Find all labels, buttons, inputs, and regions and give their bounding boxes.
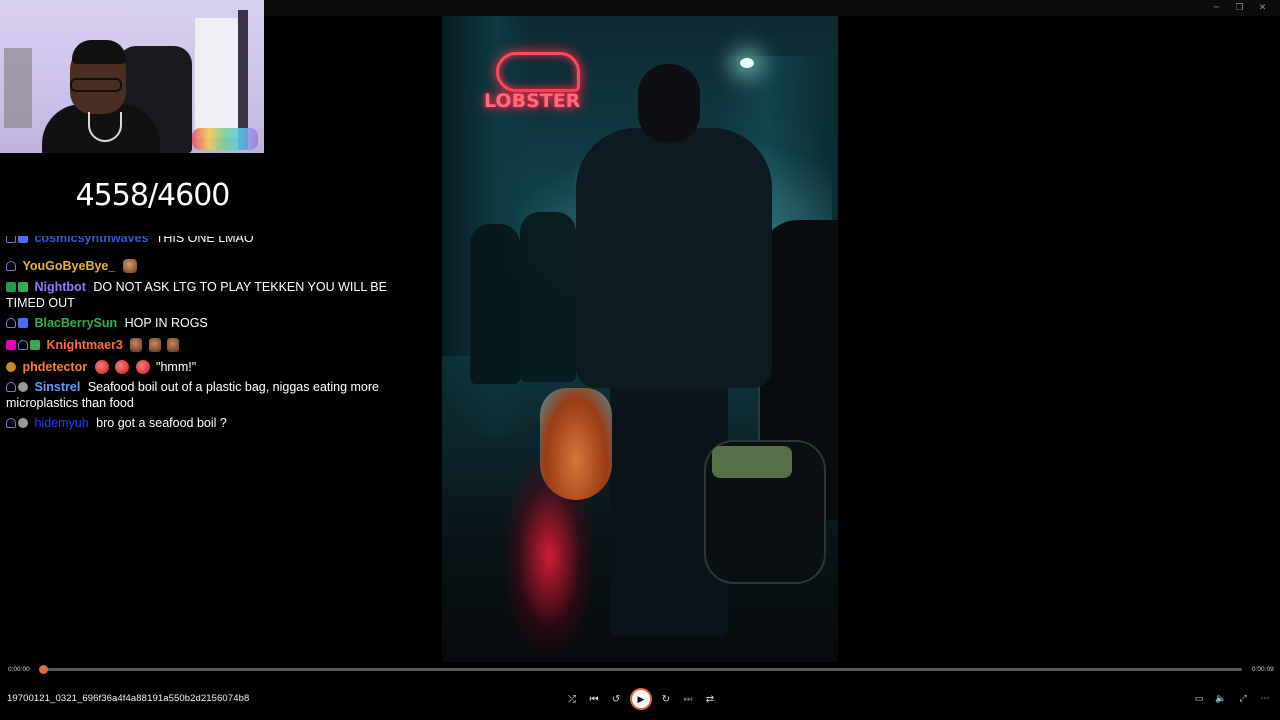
chat-username[interactable]: Nightbot xyxy=(34,280,85,294)
chat-text: HOP IN ROGS xyxy=(124,316,208,330)
miniplayer-button[interactable]: ▭ xyxy=(1188,688,1210,710)
vip-badge-icon xyxy=(6,340,16,350)
more-icon: ⋯ xyxy=(1260,694,1270,704)
close-icon: ✕ xyxy=(1258,3,1267,13)
emote-icon xyxy=(115,360,130,374)
subscriber-badge-icon xyxy=(6,362,16,372)
view-controls: ▭ 🔈 ⤢ ⋯ xyxy=(1188,688,1276,710)
chat-username[interactable]: cosmicsynthwaves xyxy=(34,236,148,245)
volume-icon: 🔈 xyxy=(1215,694,1227,704)
repeat-button[interactable]: ⇄ xyxy=(699,688,721,710)
chat-panel: cosmicsynthwaves THIS ONE LMAO YouGoByeB… xyxy=(6,236,396,436)
next-icon: ⏭ xyxy=(683,693,693,705)
fullscreen-button[interactable]: ⤢ xyxy=(1232,688,1254,710)
street-lamp xyxy=(740,58,754,68)
emote-icon xyxy=(135,360,150,374)
streamer-glasses xyxy=(70,78,122,92)
video-frame[interactable]: LOBSTER xyxy=(442,16,838,662)
progress-counter: 4558/4600 xyxy=(75,178,231,213)
streamer-hair xyxy=(72,40,126,64)
prime-badge-icon xyxy=(18,340,28,350)
emote-icon xyxy=(167,338,180,352)
webcam-overlay xyxy=(0,0,264,153)
fullscreen-icon: ⤢ xyxy=(1239,694,1247,704)
neon-sign-text: LOBSTER xyxy=(484,90,581,112)
prime-badge-icon xyxy=(6,261,16,271)
chat-message: YouGoByeBye_ xyxy=(6,258,391,274)
close-button[interactable]: ✕ xyxy=(1251,0,1274,16)
prime-badge-icon xyxy=(6,382,16,392)
chat-text: THIS ONE LMAO xyxy=(155,236,254,245)
subscriber-badge-icon xyxy=(18,318,28,328)
chat-message: hidemyuh bro got a seafood boil ? xyxy=(6,415,391,431)
previous-button[interactable]: ⏮ xyxy=(583,688,605,710)
webcam-toys xyxy=(192,128,258,150)
prime-badge-icon xyxy=(6,418,16,428)
emote-icon xyxy=(94,360,109,374)
chat-message: BlacBerrySun HOP IN ROGS xyxy=(6,315,391,331)
chat-message: Nightbot DO NOT ASK LTG TO PLAY TEKKEN Y… xyxy=(6,279,391,311)
chat-username[interactable]: hidemyuh xyxy=(34,416,88,430)
restore-icon: ❐ xyxy=(1235,3,1244,13)
chat-username[interactable]: Sinstrel xyxy=(34,380,80,394)
gift-badge-icon xyxy=(30,340,40,350)
chat-text: bro got a seafood boil ? xyxy=(96,416,227,430)
forward-icon: ↻ xyxy=(661,693,671,705)
play-button[interactable]: ▶ xyxy=(630,688,652,710)
webcam-door xyxy=(193,18,239,138)
chat-text: "hmm!" xyxy=(156,360,197,374)
current-time: 0:00:00 xyxy=(8,666,30,673)
volume-button[interactable]: 🔈 xyxy=(1210,688,1232,710)
chat-message: Sinstrel Seafood boil out of a plastic b… xyxy=(6,379,391,411)
chat-message: cosmicsynthwaves THIS ONE LMAO xyxy=(6,236,391,246)
playback-controls: ⤮ ⏮ ↺ ▶ ↻ ⏭ ⇄ xyxy=(561,688,721,710)
webcam-shelf xyxy=(4,48,32,128)
restore-button[interactable]: ❐ xyxy=(1228,0,1251,16)
subscriber-badge-icon xyxy=(18,418,28,428)
previous-icon: ⏮ xyxy=(589,693,599,705)
seek-handle[interactable] xyxy=(39,665,48,674)
play-icon: ▶ xyxy=(637,693,645,704)
subscriber-badge-icon xyxy=(18,382,28,392)
chat-username[interactable]: Knightmaer3 xyxy=(46,338,122,352)
total-time: 0:00:09 xyxy=(1252,666,1274,673)
subscriber-badge-icon xyxy=(18,236,28,243)
chat-username[interactable]: phdetector xyxy=(22,360,87,374)
chat-message: phdetector "hmm!" xyxy=(6,359,391,375)
chat-username[interactable]: BlacBerrySun xyxy=(34,316,117,330)
background-figure xyxy=(520,212,576,382)
minimize-icon: ─ xyxy=(1213,3,1220,13)
window-controls: ─ ❐ ✕ xyxy=(1205,0,1274,16)
prime-badge-icon xyxy=(6,318,16,328)
neon-lobster-icon xyxy=(496,52,580,92)
seek-bar[interactable] xyxy=(39,665,1242,674)
rewind-icon: ↺ xyxy=(611,693,621,705)
emote-icon xyxy=(148,338,161,352)
forward-button[interactable]: ↻ xyxy=(655,688,677,710)
media-filename: 19700121_0321_696f36a4f4a88191a550b2d215… xyxy=(7,693,250,704)
shuffle-button[interactable]: ⤮ xyxy=(561,688,583,710)
seafood-bag xyxy=(540,388,612,500)
prime-badge-icon xyxy=(6,236,16,243)
man-head xyxy=(638,64,700,142)
next-button[interactable]: ⏭ xyxy=(677,688,699,710)
rewind-button[interactable]: ↺ xyxy=(605,688,627,710)
chat-username[interactable]: YouGoByeBye_ xyxy=(22,259,115,273)
money-stack xyxy=(712,446,792,478)
emote-icon xyxy=(130,338,143,352)
more-options-button[interactable]: ⋯ xyxy=(1254,688,1276,710)
shuffle-icon: ⤮ xyxy=(568,693,576,705)
miniplayer-icon: ▭ xyxy=(1194,694,1204,704)
bot-badge-icon xyxy=(18,282,28,292)
background-figure xyxy=(470,224,520,384)
moderator-badge-icon xyxy=(6,282,16,292)
emote-icon xyxy=(122,259,137,273)
man-suit xyxy=(576,128,772,388)
minimize-button[interactable]: ─ xyxy=(1205,0,1228,16)
repeat-icon: ⇄ xyxy=(705,693,715,705)
chat-message: Knightmaer3 xyxy=(6,337,391,353)
